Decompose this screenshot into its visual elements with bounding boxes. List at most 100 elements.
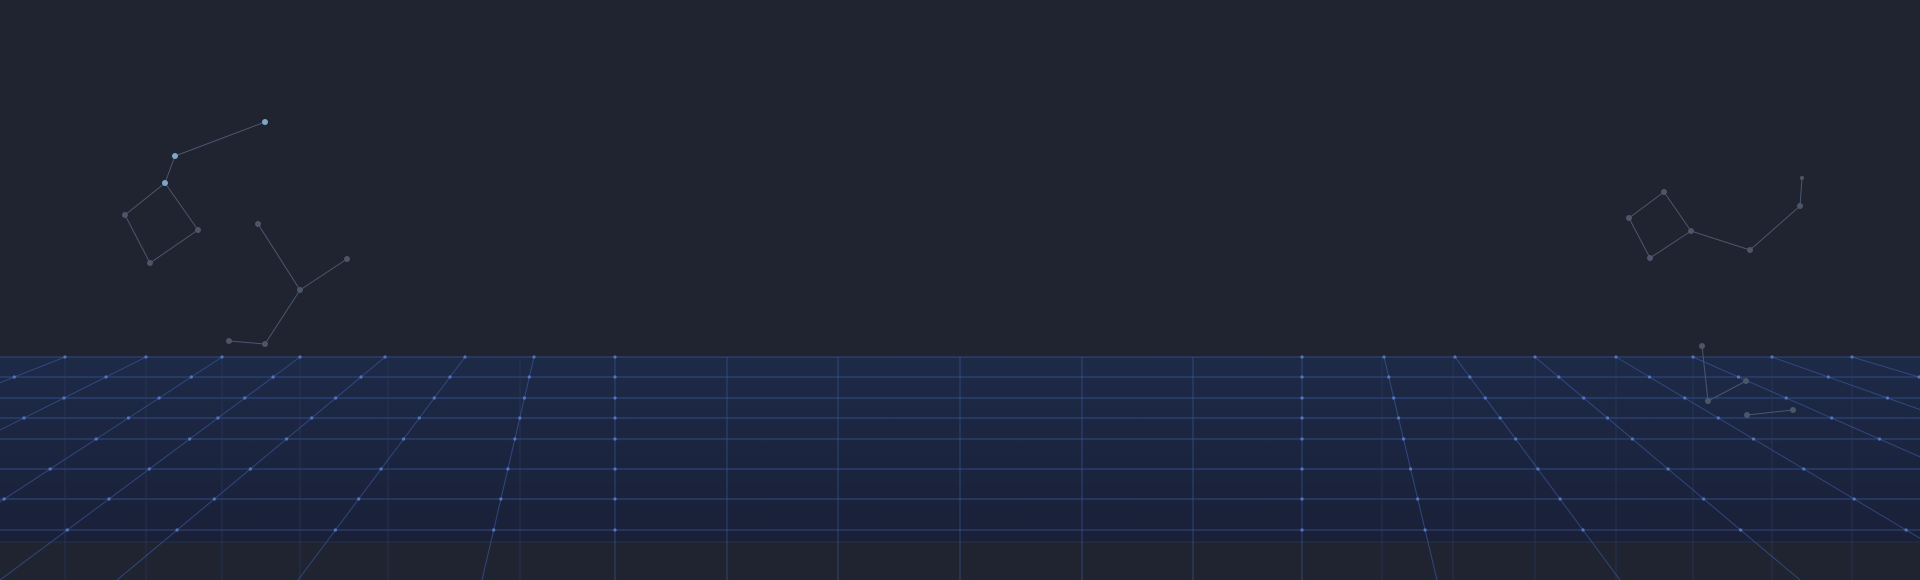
floor-grid-node [1877,437,1881,441]
floor-grid-node [613,375,617,379]
floor-grid-node [1533,355,1537,359]
constellation-star [1744,412,1750,418]
floor-grid-node [1770,355,1774,359]
floor-grid-node [284,437,289,441]
floor-grid-node [1557,375,1561,379]
floor-grid-node [220,355,224,359]
floor-grid-node [243,396,247,400]
floor-grid-node [463,355,467,359]
floor-grid-node [1683,396,1687,400]
floor-grid-node [1387,375,1391,379]
floor-grid-node [513,437,517,441]
floor-grid-node [188,437,192,441]
floor-grid-node [1614,355,1618,359]
floor-grid-node [1514,437,1518,441]
floor-grid-node [1691,355,1695,359]
constellation-star [1743,378,1749,384]
floor-grid-node [1300,416,1304,420]
floor-grid-node [1498,416,1502,420]
floor-grid-node [1630,437,1634,441]
floor-grid-node [1401,437,1406,441]
constellation-star [1800,176,1804,180]
floor-grid-node [613,528,617,532]
floor-grid-node [527,375,531,379]
floor-grid-node [2,497,6,501]
floor-grid-node [107,497,111,501]
floor-grid-node [359,375,363,379]
floor-grid-node [417,416,421,420]
constellation-star [1688,228,1694,234]
floor-grid-node [334,396,338,400]
floor-grid-node [613,416,617,420]
floor-grid-node [1716,416,1720,420]
constellation-star [195,227,201,233]
constellation-star [162,180,168,186]
floor-grid-node [1300,528,1304,532]
constellation-star [1705,398,1711,404]
floor-grid-node [1885,396,1890,400]
constellation-star [262,341,268,347]
constellation-star [1797,203,1803,209]
floor-grid-node [1416,497,1420,501]
floor-grid-node [613,355,617,359]
floor-grid-node [1605,416,1610,420]
constellation-star [147,260,153,266]
floor-grid-node [1666,467,1670,471]
floor-grid-node [379,467,383,471]
floor-grid-node [1382,355,1386,359]
floor-grid-node [532,355,536,359]
constellation-star [255,221,261,227]
floor-grid-node [1396,416,1401,420]
floor-grid-node [518,416,522,420]
floor-grid-node [175,528,179,532]
constellation-star [1699,343,1705,349]
constellation-star [1790,407,1796,413]
floor-grid-node [1850,355,1854,359]
floor-grid-node [104,375,108,379]
floor-grid-node [1904,528,1908,532]
floor-grid-node [1423,528,1427,532]
constellation-star [262,119,268,125]
floor-grid-node [216,416,220,420]
floor-grid-node [1852,497,1856,501]
floor-grid-node [1826,375,1830,379]
floor-grid-node [1736,375,1741,379]
floor-grid-node [1802,467,1806,471]
floor-grid-node [1739,528,1743,532]
floor-grid-node [298,355,302,359]
constellation-star [344,256,350,262]
floor-grid-node [1536,467,1540,471]
constellation-star [297,287,303,293]
floor-grid-node [94,437,98,441]
floor-grid-node [613,497,617,501]
constellation-star [1626,215,1632,221]
floor-grid-node [1751,437,1756,441]
floor-grid-node [65,528,69,532]
floor-grid-node [48,467,52,471]
floor-grid-node [522,396,527,400]
floor-grid-node [12,375,16,379]
floor-grid-node [1300,355,1304,359]
floor-grid-node [189,375,193,379]
floor-grid-node [126,416,130,420]
floor-grid-node [1392,396,1396,400]
floor-grid-node [506,467,510,471]
floor-grid-node [1300,396,1304,400]
floor-grid-node [62,396,66,400]
floor-grid-node [147,467,151,471]
floor-grid-node [63,355,67,359]
floor-grid-node [144,355,148,359]
constellation-star [122,212,128,218]
floor-grid-node [357,497,361,501]
floor-grid-node [613,467,617,471]
floor-grid-node [1468,375,1472,379]
floor-grid-node [1453,355,1457,359]
floor-grid-node [383,355,387,359]
floor-grid-node [1300,497,1304,501]
floor-grid-node [1581,528,1585,532]
floor-grid-node [1409,467,1413,471]
constellation-star [1661,189,1667,195]
floor-grid-node [432,396,436,400]
floor-grid-node [613,437,617,441]
floor-grid-node [1300,467,1304,471]
